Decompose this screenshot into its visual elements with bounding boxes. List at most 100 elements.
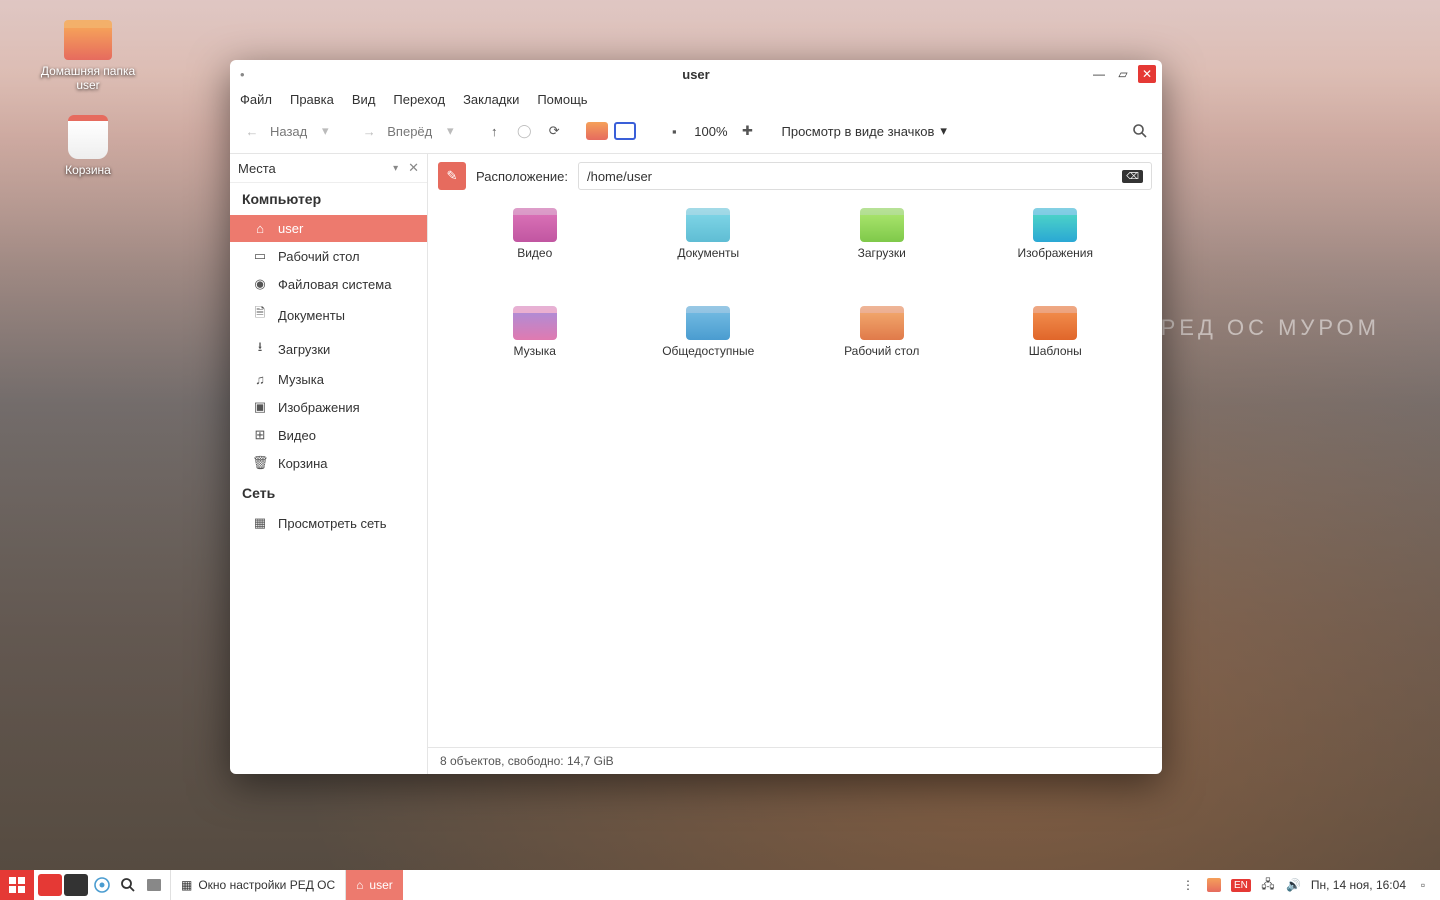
titlebar[interactable]: • user — ▱ ✕ xyxy=(230,60,1162,88)
minimize-button[interactable]: — xyxy=(1090,65,1108,83)
menu-go[interactable]: Переход xyxy=(393,92,445,107)
path-input[interactable]: /home/user ⌫ xyxy=(578,162,1152,190)
zoom-in-button[interactable]: ✚ xyxy=(736,119,760,143)
edit-path-button[interactable]: ✎ xyxy=(438,162,466,190)
network-icon[interactable]: 🖧 xyxy=(1259,876,1277,894)
menubar: Файл Правка Вид Переход Закладки Помощь xyxy=(230,88,1162,115)
pinned-app-terminal[interactable] xyxy=(64,874,88,896)
sidebar-panel-dropdown[interactable]: ▾ xyxy=(393,163,398,174)
pinned-app-browser[interactable] xyxy=(90,874,114,896)
sidebar-item-2[interactable]: ◉Файловая система xyxy=(230,270,427,298)
menu-file[interactable]: Файл xyxy=(240,92,272,107)
search-button[interactable] xyxy=(1128,119,1152,143)
file-item-0[interactable]: Видео xyxy=(448,208,622,298)
sidebar-item-5[interactable]: ♫ Музыка xyxy=(230,366,427,393)
file-item-1[interactable]: Документы xyxy=(622,208,796,298)
sidebar-section-network: Сеть xyxy=(230,477,427,509)
tray-end-icon[interactable]: ▫ xyxy=(1414,876,1432,894)
sidebar-item-1[interactable]: ▭Рабочий стол xyxy=(230,242,427,270)
home-button[interactable] xyxy=(586,122,608,140)
sidebar-item-7[interactable]: ⊞Видео xyxy=(230,421,427,449)
reload-button[interactable]: ⟳ xyxy=(542,119,566,143)
location-bar: ✎ Расположение: /home/user ⌫ xyxy=(428,154,1162,198)
menu-view[interactable]: Вид xyxy=(352,92,376,107)
sidebar-item-label: user xyxy=(278,221,303,236)
folder-icon xyxy=(686,306,730,340)
sidebar-item-4[interactable]: ⭳Загрузки xyxy=(230,332,427,366)
up-button[interactable]: ↑ xyxy=(482,119,506,143)
forward-history-dropdown[interactable]: ▾ xyxy=(438,119,462,143)
maximize-button[interactable]: ▱ xyxy=(1114,65,1132,83)
clear-path-button[interactable]: ⌫ xyxy=(1122,170,1143,183)
sidebar-item-0[interactable]: ⌂user xyxy=(230,215,427,242)
pinned-app-search[interactable] xyxy=(116,874,140,896)
home-folder-icon xyxy=(64,20,112,60)
folder-icon xyxy=(860,306,904,340)
zoom-out-button[interactable]: ▪ xyxy=(662,119,686,143)
taskbar-task-1[interactable]: ⌂user xyxy=(345,870,403,900)
stop-button[interactable]: ◯ xyxy=(512,119,536,143)
menu-edit[interactable]: Правка xyxy=(290,92,334,107)
close-button[interactable]: ✕ xyxy=(1138,65,1156,83)
sidebar-item-icon: ⊞ xyxy=(252,427,268,443)
back-button[interactable]: ← xyxy=(240,119,264,143)
folder-icon xyxy=(513,208,557,242)
menu-help[interactable]: Помощь xyxy=(537,92,587,107)
forward-button[interactable]: → xyxy=(357,119,381,143)
taskbar-task-0[interactable]: ▦Окно настройки РЕД ОС xyxy=(170,870,345,900)
folder-icon xyxy=(686,208,730,242)
file-name: Рабочий стол xyxy=(844,344,919,358)
sidebar-item-label: Просмотреть сеть xyxy=(278,516,387,531)
volume-icon[interactable]: 🔊 xyxy=(1285,876,1303,894)
sidebar-item-6[interactable]: ▣Изображения xyxy=(230,393,427,421)
sidebar-network-item-0[interactable]: ▦Просмотреть сеть xyxy=(230,509,427,537)
view-mode-selector[interactable]: Просмотр в виде значков ▾ xyxy=(782,123,947,139)
file-item-2[interactable]: Загрузки xyxy=(795,208,969,298)
sidebar-item-label: Файловая система xyxy=(278,277,391,292)
file-item-4[interactable]: Музыка xyxy=(448,306,622,396)
file-item-3[interactable]: Изображения xyxy=(969,208,1143,298)
folder-icon xyxy=(860,208,904,242)
file-name: Шаблоны xyxy=(1029,344,1082,358)
forward-label: Вперёд xyxy=(387,124,432,139)
file-grid[interactable]: Видео Документы Загрузки Изображения МузыкаО… xyxy=(428,198,1162,747)
pinned-app-1[interactable] xyxy=(38,874,62,896)
file-manager-window: • user — ▱ ✕ Файл Правка Вид Переход Зак… xyxy=(230,60,1162,774)
language-indicator[interactable]: EN xyxy=(1231,879,1251,892)
desktop-icon-home[interactable]: Домашняя папка user xyxy=(28,20,148,93)
window-menu-icon[interactable]: • xyxy=(240,67,245,82)
trash-icon xyxy=(68,115,108,159)
sidebar-item-label: Загрузки xyxy=(278,342,330,357)
sidebar-item-icon: ♫ xyxy=(252,372,268,387)
folder-icon xyxy=(1033,208,1077,242)
start-button[interactable] xyxy=(0,870,34,900)
sidebar-item-label: Музыка xyxy=(278,372,324,387)
statusbar: 8 объектов, свободно: 14,7 GiB xyxy=(428,747,1162,774)
desktop-icon-trash[interactable]: Корзина xyxy=(28,115,148,177)
clock[interactable]: Пн, 14 ноя, 16:04 xyxy=(1311,878,1406,892)
toolbar: ← Назад ▾ → Вперёд ▾ ↑ ◯ ⟳ ▪ 100% ✚ Прос… xyxy=(230,115,1162,154)
sidebar-panel-header: Места ▾ ✕ xyxy=(230,154,427,183)
pinned-apps xyxy=(34,870,170,900)
sidebar-panel-close[interactable]: ✕ xyxy=(408,160,419,176)
file-item-7[interactable]: Шаблоны xyxy=(969,306,1143,396)
desktop-icon-label: Домашняя папка user xyxy=(28,64,148,93)
tray-app-icon[interactable] xyxy=(1205,876,1223,894)
menu-bookmarks[interactable]: Закладки xyxy=(463,92,519,107)
file-item-6[interactable]: Рабочий стол xyxy=(795,306,969,396)
file-name: Загрузки xyxy=(858,246,906,260)
sidebar-item-icon: 🗑 xyxy=(252,455,268,471)
globe-icon xyxy=(93,876,111,894)
back-history-dropdown[interactable]: ▾ xyxy=(313,119,337,143)
file-item-5[interactable]: Общедоступные xyxy=(622,306,796,396)
sidebar-item-3[interactable]: 🗎Документы xyxy=(230,298,427,332)
window-title: user xyxy=(682,67,709,82)
task-label: Окно настройки РЕД ОС xyxy=(198,878,335,892)
file-name: Видео xyxy=(517,246,552,260)
computer-button[interactable] xyxy=(614,122,636,140)
start-logo-icon xyxy=(9,877,25,893)
sidebar-item-8[interactable]: 🗑Корзина xyxy=(230,449,427,477)
tray-menu-icon[interactable]: ⋮ xyxy=(1179,876,1197,894)
task-label: user xyxy=(369,878,392,892)
show-desktop-button[interactable] xyxy=(142,874,166,896)
